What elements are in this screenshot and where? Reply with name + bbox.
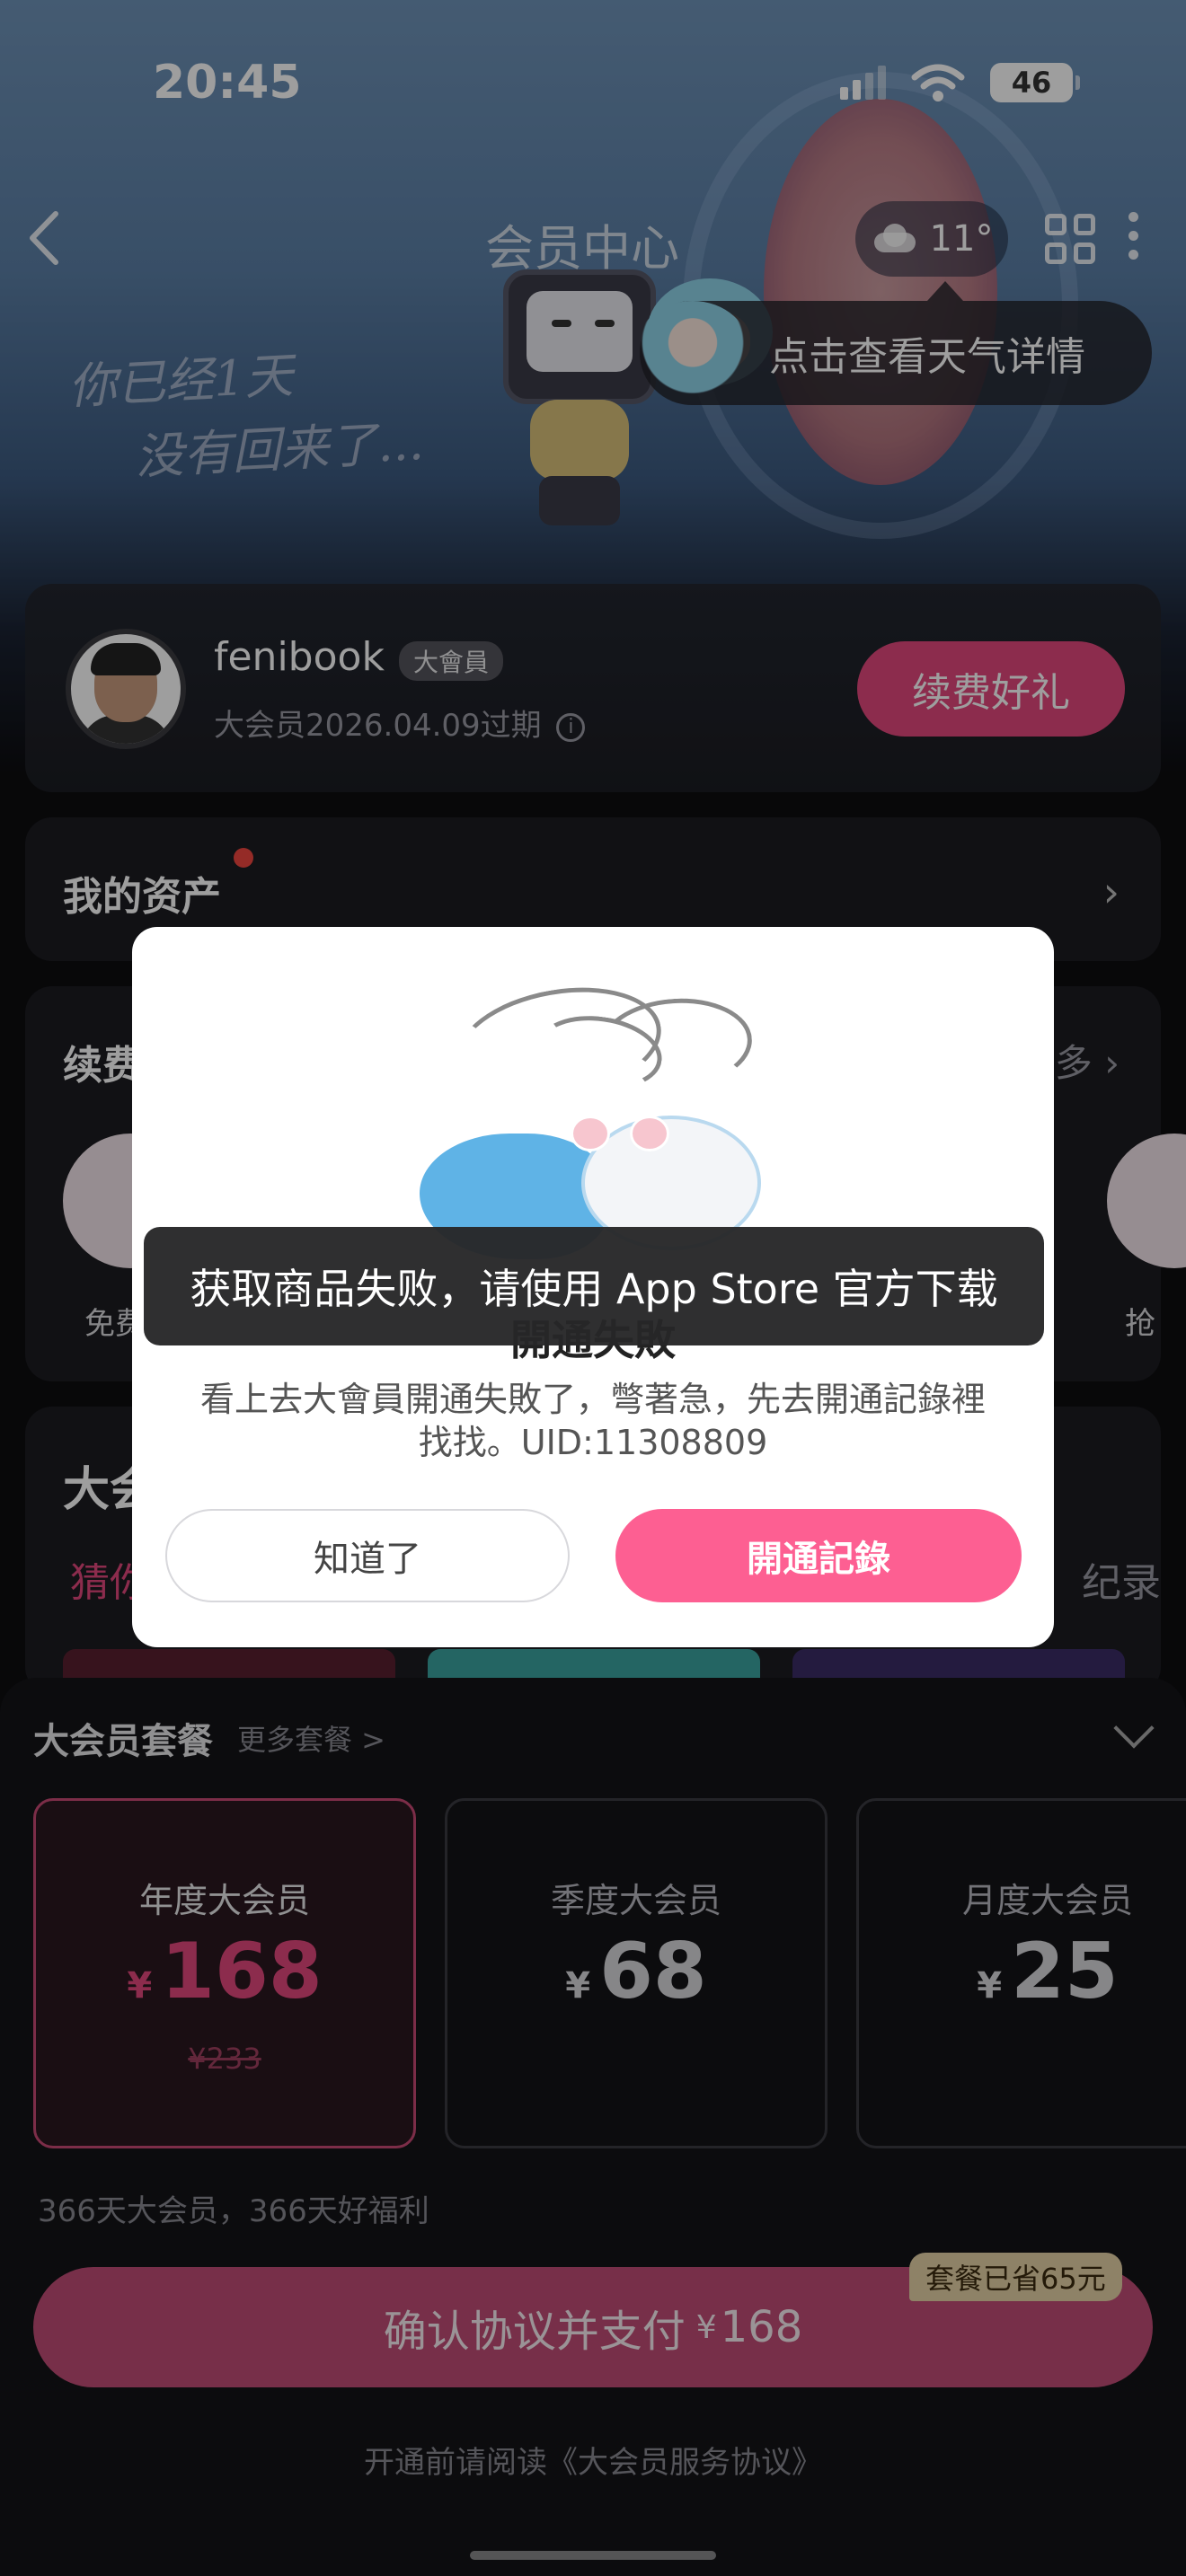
sleeping-cats-illustration (420, 972, 797, 1268)
view-records-button[interactable]: 開通記錄 (615, 1509, 1022, 1602)
error-toast: 获取商品失败，请使用 App Store 官方下载 (144, 1227, 1044, 1345)
acknowledge-button[interactable]: 知道了 (165, 1509, 570, 1602)
dialog-message: 看上去大會員開通失敗了，彆著急，先去開通記錄裡找找。UID:11308809 (199, 1380, 986, 1462)
